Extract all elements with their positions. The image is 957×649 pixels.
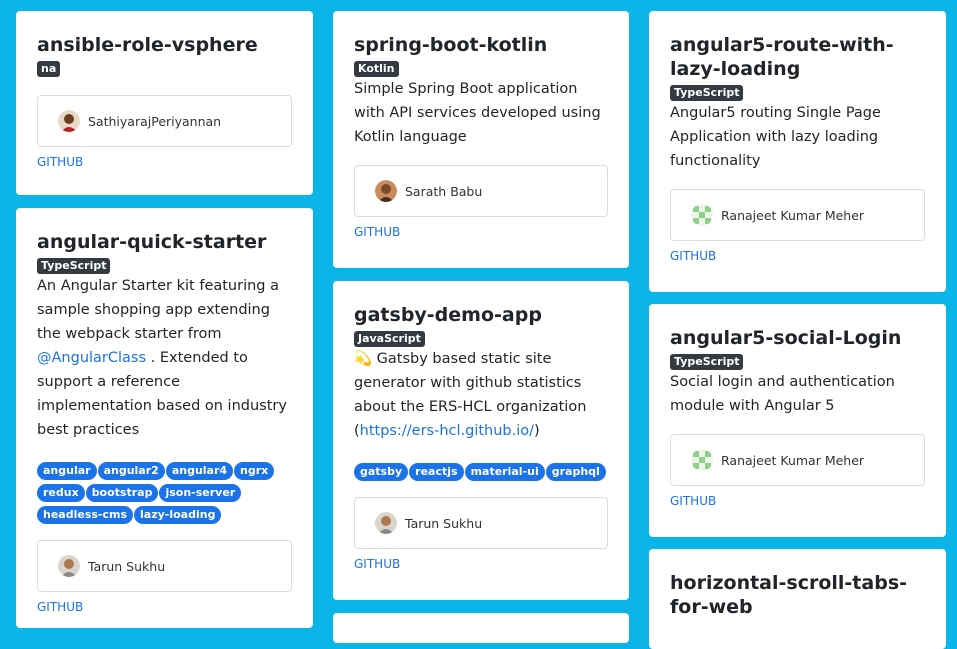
tag[interactable]: lazy-loading (134, 506, 222, 524)
tag[interactable]: material-ui (464, 463, 545, 481)
repo-title[interactable]: gatsby-demo-app (354, 303, 608, 327)
tag[interactable]: reactjs (409, 463, 464, 481)
tag[interactable]: angular4 (165, 462, 234, 480)
repo-title[interactable]: horizontal-scroll-tabs-for-web (670, 571, 925, 619)
github-link[interactable]: GITHUB (37, 600, 292, 614)
owner-name: Ranajeet Kumar Meher (721, 207, 865, 223)
owner-name: Tarun Sukhu (88, 558, 166, 574)
angularclass-link[interactable]: @AngularClass (37, 350, 146, 366)
language-badge: TypeScript (37, 258, 111, 274)
owner-box[interactable]: Ranajeet Kumar Meher (670, 434, 925, 486)
repo-card (333, 613, 629, 643)
repo-title[interactable]: angular5-social-Login (670, 326, 925, 350)
owner-name: Tarun Sukhu (405, 515, 483, 531)
repo-card: horizontal-scroll-tabs-for-web (649, 549, 946, 649)
repo-description: 💫 Gatsby based static site generator wit… (354, 351, 587, 439)
github-link[interactable]: GITHUB (354, 225, 608, 239)
tag[interactable]: graphql (545, 463, 606, 481)
repo-description: Social login and authentication module w… (670, 374, 895, 414)
tag[interactable]: angular2 (97, 462, 165, 480)
owner-box[interactable]: Tarun Sukhu (354, 497, 608, 549)
identicon-avatar (691, 449, 713, 471)
owner-name: Sarath Babu (405, 183, 483, 199)
github-link[interactable]: GITHUB (670, 249, 925, 263)
repo-card: angular5-social-Login TypeScript Social … (649, 304, 946, 537)
language-badge: TypeScript (670, 354, 744, 370)
owner-name: SathiyarajPeriyannan (88, 113, 222, 129)
repo-title[interactable]: angular-quick-starter (37, 230, 292, 254)
repo-description: Angular5 routing Single Page Application… (670, 105, 881, 169)
owner-box[interactable]: Sarath Babu (354, 165, 608, 217)
repo-card: ansible-role-vsphere na SathiyarajPeriya… (16, 11, 313, 195)
repo-description: Simple Spring Boot application with API … (354, 81, 601, 145)
tag[interactable]: redux (37, 484, 85, 502)
github-link[interactable]: GITHUB (670, 494, 925, 508)
repo-card: angular-quick-starter TypeScript An Angu… (16, 208, 313, 628)
avatar (58, 555, 80, 577)
tag[interactable]: bootstrap (85, 484, 159, 502)
tag[interactable]: json-server (159, 484, 242, 502)
repo-title[interactable]: angular5-route-with-lazy-loading (670, 33, 925, 81)
tag[interactable]: headless-cms (37, 506, 134, 524)
owner-box[interactable]: Tarun Sukhu (37, 540, 292, 592)
repo-card: gatsby-demo-app JavaScript 💫 Gatsby base… (333, 281, 629, 600)
avatar (58, 110, 80, 132)
homepage-link[interactable]: https://ers-hcl.github.io/ (360, 423, 534, 439)
github-link[interactable]: GITHUB (354, 557, 608, 571)
repo-title[interactable]: spring-boot-kotlin (354, 33, 608, 57)
language-badge: TypeScript (670, 85, 744, 101)
identicon-avatar (691, 204, 713, 226)
repo-card: spring-boot-kotlin Kotlin Simple Spring … (333, 11, 629, 268)
owner-box[interactable]: Ranajeet Kumar Meher (670, 189, 925, 241)
avatar (375, 180, 397, 202)
tag-list: angular angular2 angular4 ngrx redux bootstra… (37, 458, 292, 524)
github-link[interactable]: GITHUB (37, 155, 292, 169)
tag-list: gatsby reactjs material-ui graphql (354, 459, 608, 481)
tag[interactable]: ngrx (234, 462, 275, 480)
tag[interactable]: gatsby (354, 463, 409, 481)
tag[interactable]: angular (37, 462, 97, 480)
owner-name: Ranajeet Kumar Meher (721, 452, 865, 468)
avatar (375, 512, 397, 534)
language-badge: na (37, 61, 61, 77)
language-badge: JavaScript (354, 331, 425, 347)
repo-description: An Angular Starter kit featuring a sampl… (37, 278, 287, 438)
repo-title[interactable]: ansible-role-vsphere (37, 33, 292, 57)
owner-box[interactable]: SathiyarajPeriyannan (37, 95, 292, 147)
repo-card: angular5-route-with-lazy-loading TypeScr… (649, 11, 946, 292)
language-badge: Kotlin (354, 61, 399, 77)
